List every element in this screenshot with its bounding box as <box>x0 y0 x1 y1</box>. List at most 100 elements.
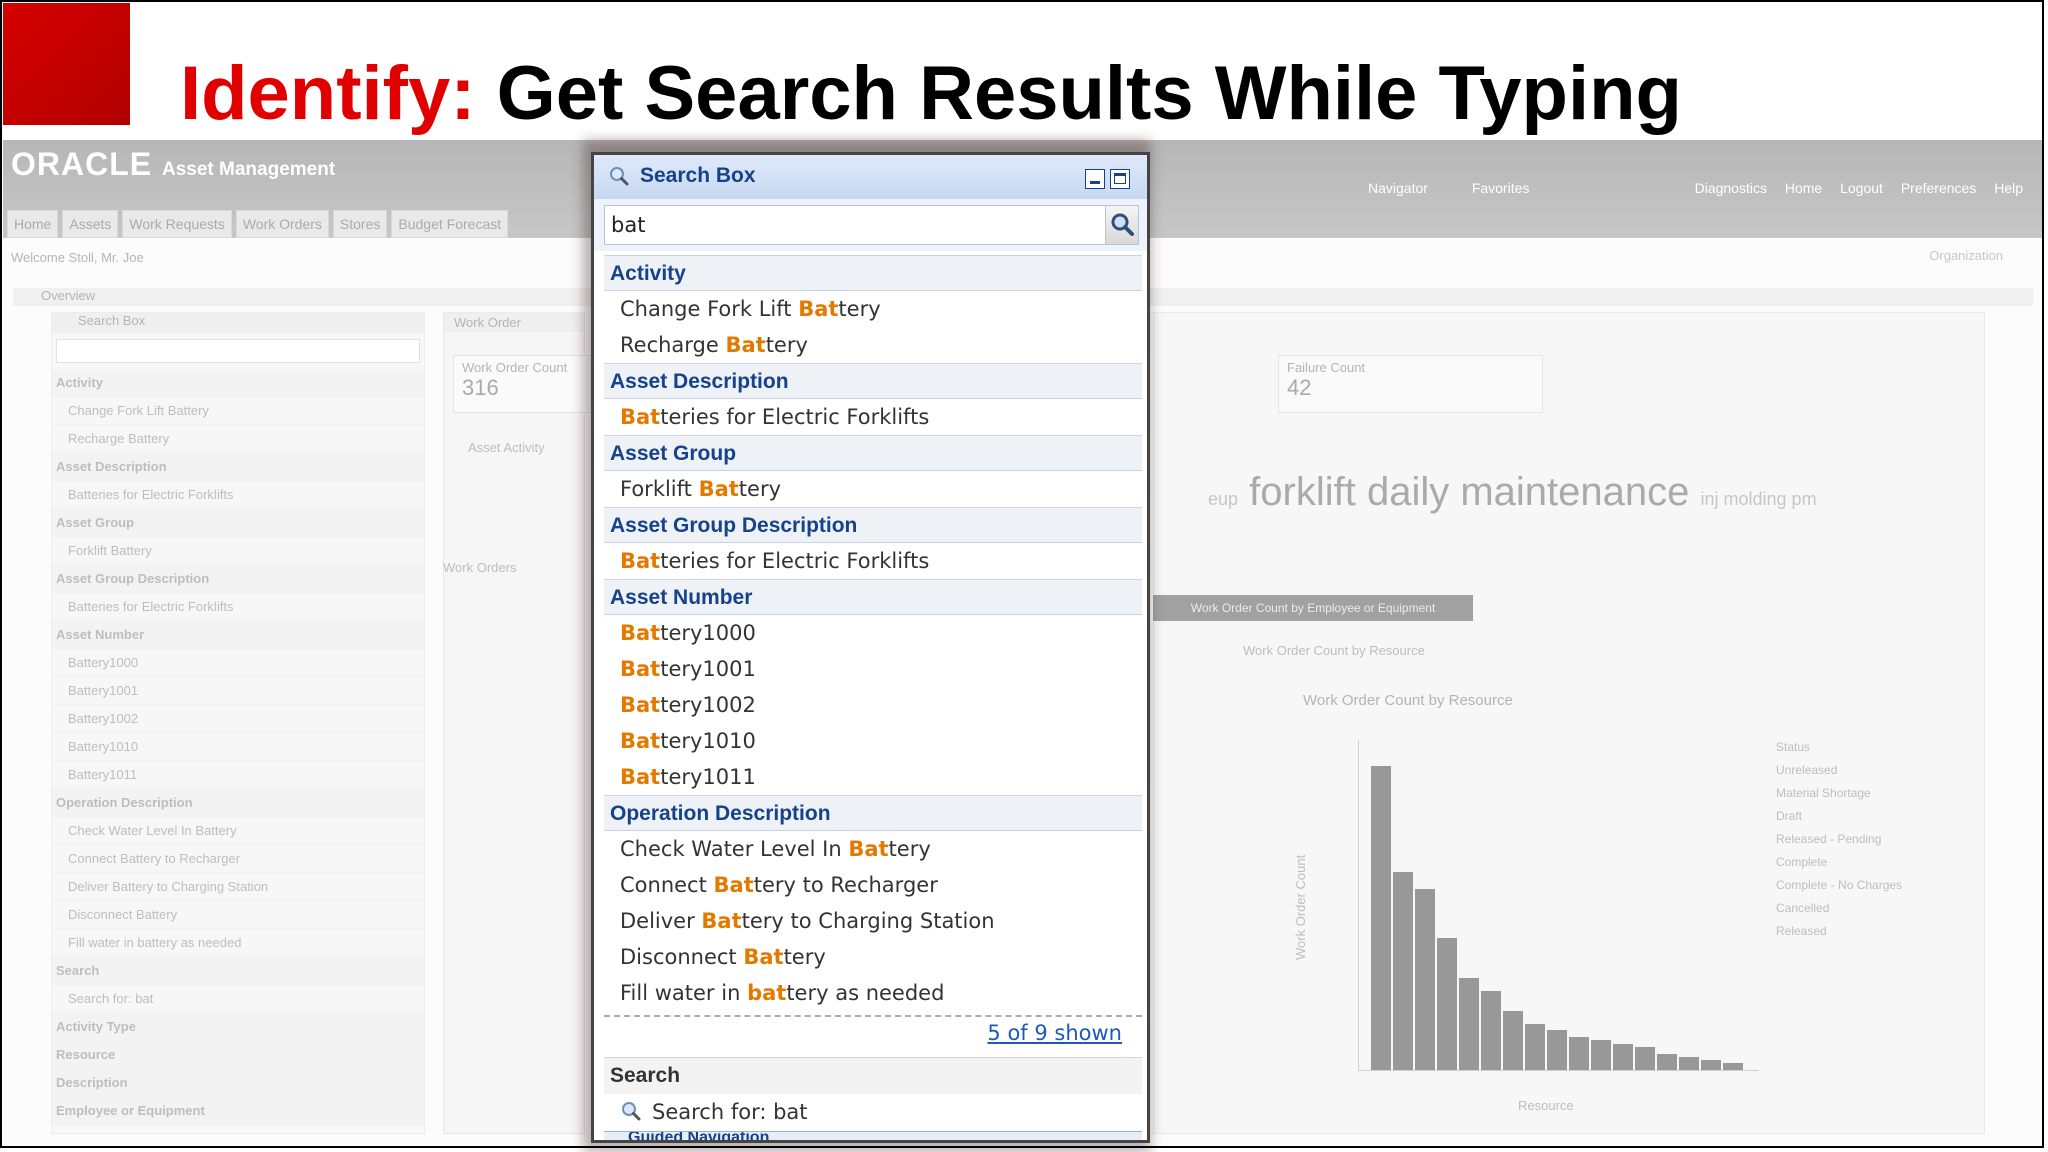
search-for-item[interactable]: Search for: bat <box>604 1094 1142 1130</box>
result-item[interactable]: Battery1010 <box>604 723 1142 759</box>
work-order-count-card: Work Order Count 316 <box>453 355 603 413</box>
result-match-highlight: Bat <box>848 837 889 861</box>
sidebar-item[interactable]: Recharge Battery <box>52 425 424 453</box>
result-group-header: Asset Description <box>604 363 1142 399</box>
result-text: Forklift <box>620 477 699 501</box>
result-item[interactable]: Deliver Battery to Charging Station <box>604 903 1142 939</box>
result-item[interactable]: Change Fork Lift Battery <box>604 291 1142 327</box>
result-item[interactable]: Fill water in battery as needed <box>604 975 1142 1011</box>
chart-panel-title: Work Order Count by Resource <box>1243 643 1425 658</box>
sidebar-item[interactable]: Connect Battery to Recharger <box>52 845 424 873</box>
result-text: Deliver <box>620 909 702 933</box>
result-item[interactable]: Battery1001 <box>604 651 1142 687</box>
work-orders-label: Work Orders <box>443 560 517 575</box>
result-group-header: Activity <box>604 255 1142 291</box>
sidebar-item[interactable]: Disconnect Battery <box>52 901 424 929</box>
result-text: tery1010 <box>660 729 756 753</box>
sidebar-item[interactable]: Batteries for Electric Forklifts <box>52 593 424 621</box>
chart-tab[interactable]: Work Order Count by Employee or Equipmen… <box>1153 595 1473 621</box>
result-text: tery1002 <box>660 693 756 717</box>
shown-count-link[interactable]: 5 of 9 shown <box>987 1021 1122 1045</box>
tab-stores[interactable]: Stores <box>332 210 388 238</box>
chart-bar <box>1371 766 1391 1070</box>
guided-navigation-header-partial[interactable]: Guided Navigation <box>604 1131 1142 1140</box>
sidebar-search-input[interactable] <box>56 339 420 363</box>
work-order-panel-title: Work Order <box>444 313 584 332</box>
chart-bar <box>1657 1053 1677 1070</box>
result-text: Change Fork Lift <box>620 297 799 321</box>
diagnostics-link[interactable]: Diagnostics <box>1695 180 1767 196</box>
minimize-button[interactable] <box>1085 169 1105 189</box>
sidebar-item[interactable]: Change Fork Lift Battery <box>52 397 424 425</box>
sidebar-item[interactable]: Forklift Battery <box>52 537 424 565</box>
search-box-popup: Search Box ActivityChange Fork Lift Batt… <box>591 152 1150 1143</box>
result-item[interactable]: Battery1011 <box>604 759 1142 795</box>
tab-work-requests[interactable]: Work Requests <box>122 210 232 238</box>
search-icon <box>610 167 629 186</box>
search-input[interactable] <box>604 205 1107 245</box>
result-group-header: Asset Group Description <box>604 507 1142 543</box>
app-tabs: Home Assets Work Requests Work Orders St… <box>7 210 512 238</box>
sidebar-group: Asset Number <box>52 621 424 649</box>
result-item[interactable]: Connect Battery to Recharger <box>604 867 1142 903</box>
tab-home[interactable]: Home <box>7 210 59 238</box>
work-order-count-value: 316 <box>462 375 499 400</box>
tag-inj-molding-pm[interactable]: inj molding pm <box>1701 489 1817 509</box>
sidebar-item[interactable]: Battery1011 <box>52 761 424 789</box>
legend-item: Draft <box>1776 809 1803 823</box>
result-item[interactable]: Battery1000 <box>604 615 1142 651</box>
sidebar-item[interactable]: Search for: bat <box>52 985 424 1013</box>
tag-forklift-daily-maintenance[interactable]: forklift daily maintenance <box>1249 470 1689 514</box>
result-text: tery <box>738 477 782 501</box>
sidebar-item[interactable]: Battery1000 <box>52 649 424 677</box>
result-item[interactable]: Recharge Battery <box>604 327 1142 363</box>
tab-budget-forecast[interactable]: Budget Forecast <box>391 210 509 238</box>
legend-item: Unreleased <box>1776 763 1838 777</box>
navigator-menu[interactable]: Navigator <box>1368 180 1428 196</box>
legend-item: Complete <box>1776 855 1828 869</box>
maximize-button[interactable] <box>1110 169 1130 189</box>
slide-red-accent <box>3 3 130 125</box>
tag-cloud-small-left[interactable]: eup <box>1208 489 1238 509</box>
sidebar-item[interactable]: Check Water Level In Battery <box>52 817 424 845</box>
search-go-button[interactable] <box>1105 205 1139 245</box>
chart-bar <box>1525 1023 1545 1070</box>
favorites-menu[interactable]: Favorites <box>1472 180 1530 196</box>
result-text: tery <box>888 837 931 861</box>
result-item[interactable]: Battery1002 <box>604 687 1142 723</box>
result-text: tery as needed <box>786 981 945 1005</box>
result-text: tery to Recharger <box>753 873 938 897</box>
preferences-link[interactable]: Preferences <box>1901 180 1976 196</box>
chart-bar <box>1481 990 1501 1070</box>
result-item[interactable]: Batteries for Electric Forklifts <box>604 543 1142 579</box>
work-order-count-label: Work Order Count <box>462 360 568 375</box>
result-item[interactable]: Check Water Level In Battery <box>604 831 1142 867</box>
sidebar-item[interactable]: Battery1001 <box>52 677 424 705</box>
result-item[interactable]: Batteries for Electric Forklifts <box>604 399 1142 435</box>
result-match-highlight: Bat <box>620 405 661 429</box>
sidebar-group: Asset Group Description <box>52 565 424 593</box>
result-text: tery1000 <box>660 621 756 645</box>
logout-link[interactable]: Logout <box>1840 180 1883 196</box>
sidebar-item[interactable]: Fill water in battery as needed <box>52 929 424 957</box>
sidebar-group: Search <box>52 957 424 985</box>
tab-assets[interactable]: Assets <box>62 210 119 238</box>
result-text: tery to Charging Station <box>741 909 995 933</box>
result-text: teries for Electric Forklifts <box>660 405 930 429</box>
sidebar-item[interactable]: Batteries for Electric Forklifts <box>52 481 424 509</box>
sidebar-group: Resource <box>52 1041 424 1069</box>
chart-bar <box>1635 1046 1655 1070</box>
result-group-header: Asset Group <box>604 435 1142 471</box>
result-item[interactable]: Forklift Battery <box>604 471 1142 507</box>
home-link[interactable]: Home <box>1785 180 1822 196</box>
sidebar-header: Search Box <box>52 313 424 333</box>
result-item[interactable]: Disconnect Battery <box>604 939 1142 975</box>
chart-bar <box>1503 1010 1523 1070</box>
sidebar-item[interactable]: Battery1002 <box>52 705 424 733</box>
sidebar-item[interactable]: Battery1010 <box>52 733 424 761</box>
sidebar-item[interactable]: Deliver Battery to Charging Station <box>52 873 424 901</box>
tab-work-orders[interactable]: Work Orders <box>235 210 329 238</box>
welcome-text: Welcome Stoll, Mr. Joe <box>11 250 144 265</box>
result-text: tery <box>765 333 808 357</box>
help-link[interactable]: Help <box>1994 180 2023 196</box>
